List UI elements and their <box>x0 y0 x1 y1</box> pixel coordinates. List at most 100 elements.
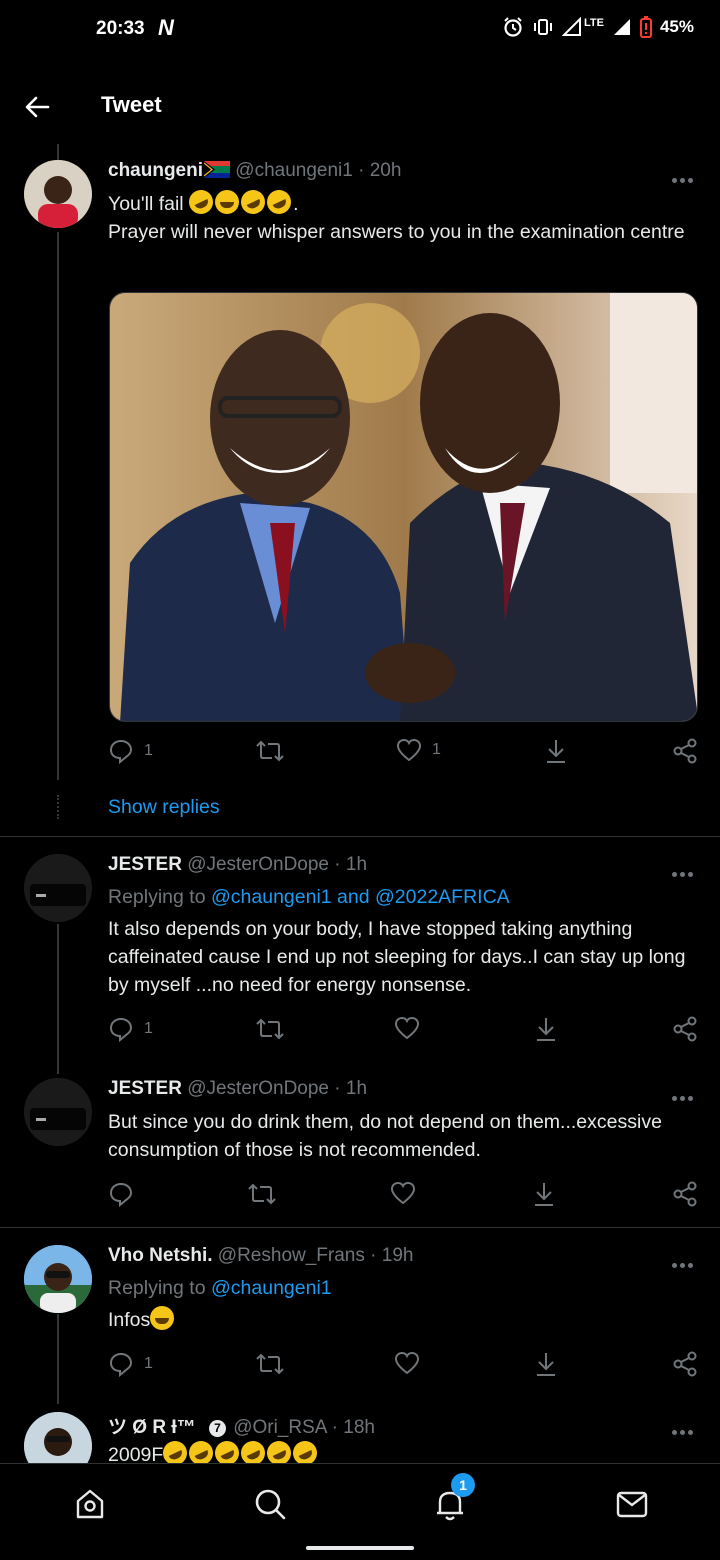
retweet-icon <box>256 1018 284 1040</box>
like-button[interactable] <box>394 1016 420 1040</box>
tweet-header: Vho Netshi. @Reshow_Frans · 19h <box>108 1245 413 1267</box>
share-button[interactable] <box>672 1016 698 1042</box>
show-replies-link[interactable]: Show replies <box>108 796 220 819</box>
tweet-time: · 18h <box>331 1417 375 1438</box>
tweet-text-suffix: . <box>293 193 299 215</box>
heart-icon <box>390 1181 416 1205</box>
tweet-actions <box>108 1181 700 1211</box>
retweet-icon <box>248 1183 276 1205</box>
user-handle[interactable]: @JesterOnDope <box>187 854 329 875</box>
share-icon <box>673 1016 697 1042</box>
reply-button[interactable]: 1 <box>108 1351 153 1377</box>
rofl-emoji-icon <box>289 1441 322 1463</box>
display-name[interactable]: chaungeni <box>108 160 203 181</box>
share-button[interactable] <box>672 1181 698 1207</box>
signal-icon <box>562 17 581 36</box>
divider <box>0 836 720 837</box>
battery-icon <box>639 16 652 38</box>
retweet-button[interactable] <box>256 738 284 764</box>
share-icon <box>673 738 697 764</box>
gesture-home-bar[interactable] <box>306 1546 414 1550</box>
avatar[interactable] <box>24 854 92 922</box>
heart-icon <box>394 1351 420 1375</box>
more-options-icon[interactable] <box>672 1422 698 1435</box>
reply-icon <box>109 1017 133 1042</box>
user-handle[interactable]: @Reshow_Frans <box>218 1245 365 1266</box>
more-options-icon[interactable] <box>672 170 698 183</box>
download-icon <box>547 740 565 763</box>
battery-level: 45% <box>659 17 694 36</box>
download-icon <box>537 1018 555 1041</box>
tweet-actions: 1 <box>108 1351 700 1381</box>
tweet-header: JESTER @JesterOnDope · 1h <box>108 854 367 876</box>
reply-icon <box>109 1182 133 1207</box>
reply-icon <box>109 1352 133 1377</box>
more-options-icon[interactable] <box>672 1255 698 1268</box>
reply-button[interactable]: 1 <box>108 738 153 764</box>
retweet-button[interactable] <box>256 1016 284 1042</box>
thread-line <box>57 232 59 780</box>
download-button[interactable] <box>534 1351 558 1377</box>
thread-line <box>57 924 59 1074</box>
share-button[interactable] <box>672 1351 698 1377</box>
reply-count: 1 <box>144 742 153 759</box>
reply-button[interactable] <box>108 1181 134 1207</box>
reply-count: 1 <box>144 1020 153 1037</box>
search-icon[interactable] <box>250 1484 290 1524</box>
tweet-text: But since you do drink them, do not depe… <box>108 1111 662 1161</box>
display-name[interactable]: JESTER <box>108 1078 182 1099</box>
tweet-header: chaungeni @chaungeni1 · 20h <box>108 160 401 182</box>
reply-count: 1 <box>144 1355 153 1372</box>
retweet-button[interactable] <box>248 1181 276 1207</box>
tweet-text-content: Infos <box>108 1309 151 1331</box>
retweet-icon <box>256 740 284 762</box>
tweet-time: · 19h <box>370 1245 414 1266</box>
heart-icon <box>396 738 422 762</box>
user-handle[interactable]: @chaungeni1 <box>235 160 353 181</box>
retweet-button[interactable] <box>256 1351 284 1377</box>
share-button[interactable] <box>672 738 698 764</box>
download-button[interactable] <box>544 738 568 764</box>
display-name[interactable]: Vho Netshi. <box>108 1245 213 1266</box>
replying-prefix: Replying to <box>108 1277 211 1299</box>
more-options-icon[interactable] <box>672 864 698 877</box>
tweet-text: 2009F <box>108 1441 698 1463</box>
tweet-text-line2: Prayer will never whisper answers to you… <box>108 221 685 243</box>
unamused-emoji-icon <box>150 1306 175 1330</box>
user-handle[interactable]: @Ori_RSA <box>233 1417 326 1438</box>
back-arrow-icon[interactable] <box>22 92 52 122</box>
rofl-emoji-icon <box>263 1441 296 1463</box>
thread-line <box>57 1314 59 1404</box>
tweet-image[interactable] <box>109 292 698 722</box>
share-icon <box>673 1351 697 1377</box>
status-time: 20:33 <box>96 18 145 39</box>
more-options-icon[interactable] <box>672 1088 698 1101</box>
vibrate-icon <box>534 19 552 35</box>
page-title: Tweet <box>101 92 162 117</box>
download-button[interactable] <box>534 1016 558 1042</box>
south-africa-flag-icon <box>204 161 231 178</box>
messages-envelope-icon[interactable] <box>612 1484 652 1524</box>
home-icon[interactable] <box>70 1484 110 1524</box>
reply-button[interactable]: 1 <box>108 1016 153 1042</box>
tweet-time: · 20h <box>358 160 402 181</box>
replying-to: Replying to @chaungeni1 and @2022AFRICA <box>108 886 510 909</box>
like-count: 1 <box>432 741 441 758</box>
like-button[interactable]: 1 <box>396 738 441 762</box>
avatar[interactable] <box>24 1078 92 1146</box>
replying-to-link[interactable]: @chaungeni1 <box>211 1277 332 1299</box>
avatar[interactable] <box>24 160 92 228</box>
tweet-text: You'll fail . Prayer will never whisper … <box>108 186 698 246</box>
display-name[interactable]: ツ Ø R Ɨ™ <box>108 1417 196 1438</box>
user-handle[interactable]: @JesterOnDope <box>187 1078 329 1099</box>
replying-to-link[interactable]: @chaungeni1 and @2022AFRICA <box>211 886 510 908</box>
replying-to: Replying to @chaungeni1 <box>108 1277 332 1300</box>
like-button[interactable] <box>390 1181 416 1205</box>
like-button[interactable] <box>394 1351 420 1375</box>
retweet-icon <box>256 1353 284 1375</box>
avatar[interactable] <box>24 1245 92 1313</box>
rofl-emoji-icon <box>185 186 218 218</box>
download-button[interactable] <box>532 1181 556 1207</box>
display-name[interactable]: JESTER <box>108 854 182 875</box>
thread-line-top <box>57 144 59 160</box>
